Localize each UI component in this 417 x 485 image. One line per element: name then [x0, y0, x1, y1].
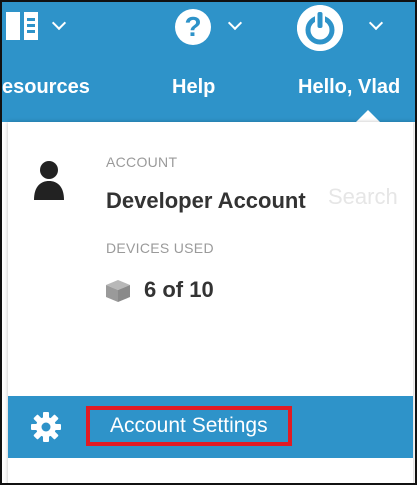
nav-resources-label: esources — [2, 76, 90, 98]
chevron-down-icon — [227, 15, 243, 31]
account-dropdown: ACCOUNT Search Developer Account DEVICES… — [8, 122, 413, 483]
power-icon — [297, 5, 343, 51]
account-settings-link[interactable]: Account Settings — [86, 406, 292, 446]
user-icon — [34, 161, 64, 200]
gear-icon — [31, 412, 61, 442]
chevron-down-icon — [51, 15, 67, 31]
chevron-down-icon — [368, 15, 384, 31]
screenshot-frame: esources ? Help Hello, Vlad ACCOUNT Sear… — [0, 0, 417, 485]
account-settings-bar: Account Settings — [8, 396, 413, 458]
nav-user-label: Hello, Vlad — [298, 76, 401, 98]
top-nav-bar: esources ? Help Hello, Vlad — [2, 2, 415, 122]
devices-value: 6 of 10 — [144, 277, 214, 302]
account-settings-label: Account Settings — [110, 414, 268, 437]
devices-label: DEVICES USED — [106, 240, 214, 256]
panel-footer — [8, 458, 413, 483]
nav-help-label: Help — [172, 76, 216, 98]
account-value: Developer Account — [106, 188, 306, 213]
help-icon: ? — [175, 9, 211, 45]
account-label: ACCOUNT — [106, 154, 178, 170]
book-icon — [6, 12, 38, 40]
background-search-text: Search — [328, 184, 398, 209]
box-icon — [106, 280, 130, 302]
